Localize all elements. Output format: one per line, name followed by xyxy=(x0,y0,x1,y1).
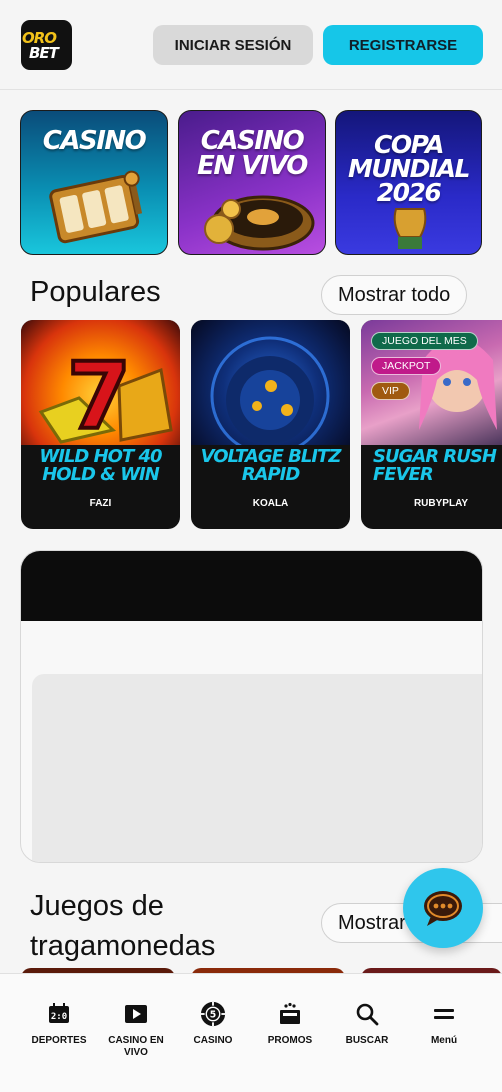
nav-item-casino[interactable]: 5 CASINO xyxy=(174,1001,252,1047)
nav-item-sports[interactable]: 2:0 DEPORTES xyxy=(20,1001,98,1047)
game-card[interactable]: JUEGO DEL MES JACKPOT VIP SUGAR RUSH FEV… xyxy=(361,320,502,529)
search-icon xyxy=(354,1001,380,1027)
promo-banner[interactable] xyxy=(20,550,483,863)
svg-text:7: 7 xyxy=(67,343,131,445)
nav-item-live-casino[interactable]: CASINO EN VIVO xyxy=(97,1001,175,1059)
trophy-icon xyxy=(393,208,427,249)
chat-support-button[interactable] xyxy=(403,868,483,948)
nav-item-search[interactable]: BUSCAR xyxy=(328,1001,406,1047)
category-tile-casino[interactable]: CASINO xyxy=(20,110,168,255)
game-name: SUGAR RUSH FEVER xyxy=(373,446,497,485)
nav-label: Menú xyxy=(430,1035,458,1046)
game-provider: FAZI xyxy=(89,498,112,509)
show-all-popular-button[interactable]: Mostrar todo xyxy=(321,275,468,315)
nav-label: PROMOS xyxy=(267,1035,313,1046)
badge-game-of-month: JUEGO DEL MES xyxy=(371,332,478,350)
brand-logo[interactable]: ORO BET xyxy=(21,20,72,70)
header: ORO BET INICIAR SESIÓN REGISTRARSE xyxy=(0,0,502,90)
chat-icon xyxy=(424,891,462,926)
nav-item-menu[interactable]: Menú xyxy=(405,1001,483,1047)
nav-label: CASINO xyxy=(193,1035,233,1046)
play-icon xyxy=(123,1001,149,1027)
game-thumbnail xyxy=(191,320,350,456)
nav-label: CASINO EN VIVO xyxy=(108,1035,164,1058)
promo-banner-placeholder xyxy=(32,674,482,862)
bottom-navigation: 2:0 DEPORTES CASINO EN VIVO 5 CASINO PRO… xyxy=(0,973,502,1092)
roulette-icon xyxy=(204,195,315,251)
game-provider: RUBYPLAY xyxy=(413,498,469,509)
logo-text-bottom: BET xyxy=(29,44,59,62)
menu-icon xyxy=(431,1001,457,1027)
promo-banner-header xyxy=(21,551,482,621)
nav-label: BUSCAR xyxy=(345,1035,389,1046)
category-tile-world-cup[interactable]: COPA MUNDIAL 2026 xyxy=(335,110,482,255)
slot-machine-icon xyxy=(49,170,143,244)
game-provider: KOALA xyxy=(252,498,289,509)
game-name: WILD HOT 40 HOLD & WIN xyxy=(39,446,162,485)
chip-icon: 5 xyxy=(200,1001,226,1027)
game-name: VOLTAGE BLITZ RAPID xyxy=(200,446,342,485)
section-title-slots: Juegos de tragamonedas xyxy=(30,890,216,962)
category-tile-live-casino[interactable]: CASINO EN VIVO xyxy=(178,110,326,255)
section-title-popular: Populares xyxy=(30,276,161,308)
svg-text:5: 5 xyxy=(210,1010,216,1021)
badge-jackpot: JACKPOT xyxy=(371,357,442,375)
gift-icon xyxy=(277,1001,303,1027)
game-card[interactable]: VOLTAGE BLITZ RAPID KOALA xyxy=(191,320,350,529)
svg-text:2:0: 2:0 xyxy=(51,1012,67,1022)
badge-vip: VIP xyxy=(371,382,410,400)
scoreboard-icon: 2:0 xyxy=(46,1001,72,1027)
game-thumbnail: 7 xyxy=(21,320,180,452)
nav-label: DEPORTES xyxy=(31,1035,87,1046)
login-button[interactable]: INICIAR SESIÓN xyxy=(153,25,313,65)
register-button[interactable]: REGISTRARSE xyxy=(323,25,483,65)
nav-item-promos[interactable]: PROMOS xyxy=(251,1001,329,1047)
game-card[interactable]: 7 WILD HOT 40 HOLD & WIN FAZI xyxy=(21,320,180,529)
